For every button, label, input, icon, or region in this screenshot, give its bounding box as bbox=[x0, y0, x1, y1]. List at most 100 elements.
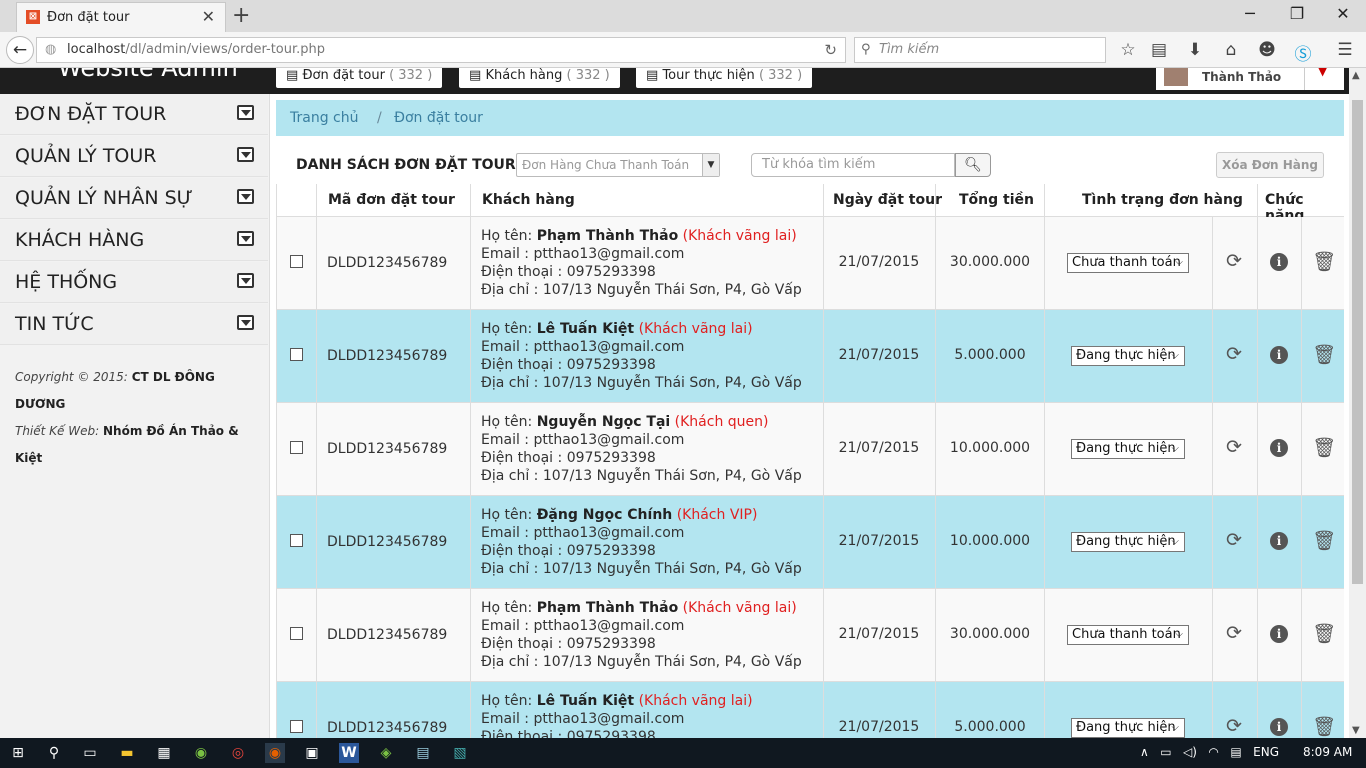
download-icon[interactable]: ⬇ bbox=[1184, 40, 1206, 60]
info-icon[interactable]: i bbox=[1270, 718, 1288, 736]
browser-tab[interactable]: ⊠ Đơn đặt tour ✕ bbox=[16, 2, 226, 32]
dropdown-toggle-icon[interactable] bbox=[237, 273, 254, 288]
skype-icon[interactable]: Ⓢ bbox=[1292, 40, 1314, 65]
sidebar-item-label: QUẢN LÝ TOUR bbox=[15, 145, 157, 167]
sidebar-item-system[interactable]: HỆ THỐNG bbox=[0, 262, 268, 303]
refresh-icon[interactable]: ⟳ bbox=[1223, 343, 1245, 365]
trash-icon[interactable]: 🗑︎ bbox=[1312, 529, 1336, 552]
row-checkbox[interactable] bbox=[290, 348, 303, 361]
table-row: DLDD123456789 Họ tên: Lê Tuấn Kiệt (Khách… bbox=[277, 682, 1344, 738]
top-button-orders[interactable]: ▤ Đơn đặt tour ( 332 ) bbox=[276, 68, 443, 88]
app-icon[interactable]: ▣ bbox=[302, 743, 322, 763]
row-checkbox[interactable] bbox=[290, 255, 303, 268]
search-icon[interactable]: ⚲ bbox=[44, 743, 64, 763]
info-icon[interactable]: i bbox=[1270, 532, 1288, 550]
table-row: DLDD123456789 Họ tên: Phạm Thành Thảo (Kh… bbox=[277, 217, 1344, 310]
status-select[interactable]: Chưa thanh toán ⌵ bbox=[1067, 625, 1189, 645]
search-button[interactable]: 🔍︎ bbox=[955, 153, 991, 177]
windows-start-icon[interactable]: ⊞ bbox=[8, 743, 28, 763]
reading-list-icon[interactable]: ▤ bbox=[1148, 40, 1170, 60]
dropdown-toggle-icon[interactable] bbox=[237, 189, 254, 204]
page-scrollbar[interactable]: ▲ ▼ bbox=[1349, 68, 1366, 738]
row-checkbox[interactable] bbox=[290, 534, 303, 547]
trash-icon[interactable]: 🗑︎ bbox=[1312, 622, 1336, 645]
row-checkbox[interactable] bbox=[290, 441, 303, 454]
notification-icon[interactable]: ▤ bbox=[1230, 745, 1241, 759]
info-icon[interactable]: i bbox=[1270, 253, 1288, 271]
firefox-icon[interactable]: ◉ bbox=[265, 743, 285, 763]
status-select[interactable]: Đang thực hiện ⌵ bbox=[1071, 532, 1185, 552]
wifi-icon[interactable]: ◠ bbox=[1208, 745, 1218, 759]
dropdown-toggle-icon[interactable] bbox=[237, 315, 254, 330]
order-date: 21/07/2015 bbox=[838, 347, 920, 363]
volume-icon[interactable]: ◁) bbox=[1183, 745, 1197, 759]
app-icon[interactable]: ◈ bbox=[376, 743, 396, 763]
dropdown-toggle-icon[interactable] bbox=[237, 147, 254, 162]
menu-icon[interactable]: ☰ bbox=[1334, 40, 1356, 60]
tray-chevron-up-icon[interactable]: ∧ bbox=[1140, 745, 1149, 759]
file-explorer-icon[interactable]: ▬ bbox=[117, 743, 137, 763]
store-icon[interactable]: ▦ bbox=[154, 743, 174, 763]
dropdown-toggle-icon[interactable] bbox=[237, 231, 254, 246]
trash-icon[interactable]: 🗑︎ bbox=[1312, 343, 1336, 366]
status-select[interactable]: Đang thực hiện ⌵ bbox=[1071, 439, 1185, 459]
battery-icon[interactable]: ▭ bbox=[1160, 745, 1171, 759]
top-button-customers[interactable]: ▤ Khách hàng ( 332 ) bbox=[459, 68, 620, 88]
reload-icon[interactable]: ↻ bbox=[824, 38, 837, 62]
keyword-search-input[interactable]: Từ khóa tìm kiếm bbox=[751, 153, 955, 177]
status-select[interactable]: Chưa thanh toán ⌵ bbox=[1067, 253, 1189, 273]
status-select[interactable]: Đang thực hiện ⌵ bbox=[1071, 346, 1185, 366]
row-checkbox[interactable] bbox=[290, 627, 303, 640]
chat-icon[interactable]: ☻ bbox=[1256, 40, 1278, 60]
sidebar-item-tours[interactable]: QUẢN LÝ TOUR bbox=[0, 136, 268, 177]
restore-icon[interactable]: ❐ bbox=[1287, 4, 1307, 23]
trash-icon[interactable]: 🗑︎ bbox=[1312, 715, 1336, 738]
back-button[interactable]: ← bbox=[6, 36, 34, 64]
notepad-icon[interactable]: ▤ bbox=[413, 743, 433, 763]
scroll-up-icon[interactable]: ▲ bbox=[1352, 70, 1360, 81]
browser-search-input[interactable]: ⚲ Tìm kiếm bbox=[854, 37, 1106, 63]
new-tab-button[interactable]: + bbox=[232, 3, 250, 28]
app-icon[interactable]: ◉ bbox=[191, 743, 211, 763]
url-bar[interactable]: ◍ localhost/dl/admin/views/order-tour.ph… bbox=[36, 37, 846, 63]
info-icon[interactable]: i bbox=[1270, 625, 1288, 643]
top-button-tours[interactable]: ▤ Tour thực hiện ( 332 ) bbox=[636, 68, 813, 88]
refresh-icon[interactable]: ⟳ bbox=[1223, 436, 1245, 458]
task-view-icon[interactable]: ▭ bbox=[80, 743, 100, 763]
row-checkbox[interactable] bbox=[290, 720, 303, 733]
app-icon[interactable]: ▧ bbox=[450, 743, 470, 763]
sidebar-item-orders[interactable]: ĐƠN ĐẶT TOUR bbox=[0, 94, 268, 135]
scroll-down-icon[interactable]: ▼ bbox=[1352, 725, 1360, 736]
close-window-icon[interactable]: ✕ bbox=[1333, 4, 1353, 23]
home-icon[interactable]: ⌂ bbox=[1220, 40, 1242, 60]
status-select[interactable]: Đang thực hiện ⌵ bbox=[1071, 718, 1185, 738]
info-icon[interactable]: i bbox=[1270, 439, 1288, 457]
clock[interactable]: 8:09 AM bbox=[1303, 745, 1352, 759]
sidebar-item-staff[interactable]: QUẢN LÝ NHÂN SỰ bbox=[0, 178, 268, 219]
sidebar-item-customers[interactable]: KHÁCH HÀNG bbox=[0, 220, 268, 261]
caret-down-icon[interactable]: ▼ bbox=[1318, 68, 1327, 78]
sidebar-item-label: QUẢN LÝ NHÂN SỰ bbox=[15, 187, 193, 209]
order-filter-select[interactable]: Đơn Hàng Chưa Thanh Toán ▼ bbox=[516, 153, 720, 177]
chevron-down-icon: ⌵ bbox=[1175, 257, 1183, 268]
refresh-icon[interactable]: ⟳ bbox=[1223, 250, 1245, 272]
sidebar-item-news[interactable]: TIN TỨC bbox=[0, 304, 268, 345]
breadcrumb-home[interactable]: Trang chủ bbox=[290, 110, 358, 126]
refresh-icon[interactable]: ⟳ bbox=[1223, 622, 1245, 644]
user-menu[interactable]: Thành Thảo ▼ bbox=[1156, 68, 1344, 90]
dropdown-toggle-icon[interactable] bbox=[237, 105, 254, 120]
minimize-icon[interactable]: ─ bbox=[1240, 4, 1260, 23]
delete-orders-button[interactable]: Xóa Đơn Hàng bbox=[1216, 152, 1324, 178]
scrollbar-thumb[interactable] bbox=[1352, 100, 1363, 584]
bookmark-star-icon[interactable]: ☆ bbox=[1117, 40, 1139, 60]
keyword-placeholder: Từ khóa tìm kiếm bbox=[762, 157, 876, 172]
refresh-icon[interactable]: ⟳ bbox=[1223, 529, 1245, 551]
info-icon[interactable]: i bbox=[1270, 346, 1288, 364]
word-icon[interactable]: W bbox=[339, 743, 359, 763]
trash-icon[interactable]: 🗑︎ bbox=[1312, 436, 1336, 459]
refresh-icon[interactable]: ⟳ bbox=[1223, 715, 1245, 737]
chrome-icon[interactable]: ◎ bbox=[228, 743, 248, 763]
language-indicator[interactable]: ENG bbox=[1253, 745, 1279, 759]
close-tab-icon[interactable]: ✕ bbox=[202, 7, 215, 26]
trash-icon[interactable]: 🗑︎ bbox=[1312, 250, 1336, 273]
